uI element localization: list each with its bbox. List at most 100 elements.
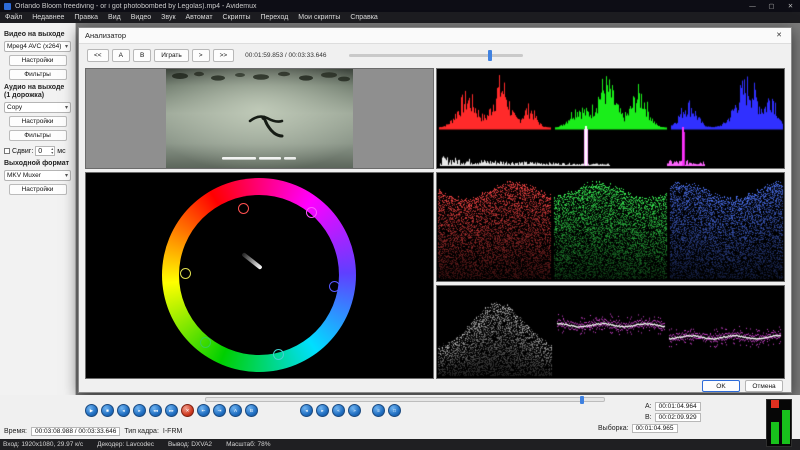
transport-group-cuts: ◂ ▸ « » [300, 404, 361, 417]
maximize-icon[interactable]: ▢ [762, 2, 781, 10]
menu-edit[interactable]: Правка [69, 14, 103, 21]
status-decoder: Декодер: Lavcodec [97, 441, 154, 448]
analyzer-position-slider[interactable] [349, 54, 523, 57]
selection-time-box: 00:01:04.965 [632, 424, 678, 433]
transport-marker-a-button[interactable]: A [229, 404, 242, 417]
vectorscope-target-yellow [180, 268, 191, 279]
video-output-heading: Видео на выходе [4, 31, 71, 39]
audio-output-heading: Аудио на выходе (1 дорожка) [4, 84, 71, 100]
transport-delete-selection-button[interactable]: ✕ [181, 404, 194, 417]
analyzer-step-button[interactable]: > [192, 49, 210, 62]
chevron-down-icon: ▾ [65, 104, 68, 111]
analyzer-marker-b-button[interactable]: B [133, 49, 151, 62]
menu-help[interactable]: Справка [345, 14, 382, 21]
analyzer-dialog: Анализатор ✕ << A B Играть > >> 00:01:59… [78, 27, 792, 393]
video-settings-button[interactable]: Настройки [9, 55, 67, 66]
video-preview-panel [85, 68, 434, 169]
marker-a-time-box: 00:01:04.964 [655, 402, 701, 411]
analyzer-marker-a-button[interactable]: A [112, 49, 130, 62]
video-filters-button[interactable]: Фильтры [9, 69, 67, 80]
shift-spinner[interactable]: 0 ▴▾ [35, 146, 55, 156]
rgb-parade-panel [436, 172, 785, 282]
analyzer-dialog-titlebar[interactable]: Анализатор [79, 28, 791, 44]
transport-goto-start-button[interactable]: ⇤ [197, 404, 210, 417]
transport-prev-keyframe-button[interactable]: ◂◂ [149, 404, 162, 417]
video-frame [166, 69, 353, 168]
status-zoom: Масштаб: 78% [226, 441, 270, 448]
transport-next-keyframe-button[interactable]: ▸▸ [165, 404, 178, 417]
transport-display-button[interactable]: □ [388, 404, 401, 417]
transport-stop-button[interactable]: ■ [101, 404, 114, 417]
transport-menu-button[interactable]: ≡ [372, 404, 385, 417]
waveform-panel [436, 285, 785, 379]
marker-b-time-box: 00:02:09.929 [655, 413, 701, 422]
selection-row: Выборка: 00:01:04.965 [598, 424, 678, 433]
transport-prev-cut-button[interactable]: ◂ [300, 404, 313, 417]
marker-b-label: B: [645, 414, 652, 421]
transport-goto-end-button[interactable]: ⇥ [213, 404, 226, 417]
minimize-icon[interactable]: — [743, 3, 762, 10]
muxer-settings-button[interactable]: Настройки [9, 184, 67, 195]
menu-auto[interactable]: Автомат [181, 14, 218, 21]
audio-filters-button[interactable]: Фильтры [9, 130, 67, 141]
audio-codec-select[interactable]: Copy ▾ [4, 102, 71, 113]
menu-go[interactable]: Переход [255, 14, 293, 21]
current-time-box: 00:03:08.988 / 00:03:33.646 [31, 427, 120, 436]
transport-back-jump-button[interactable]: « [332, 404, 345, 417]
close-icon[interactable]: ✕ [781, 2, 800, 10]
menu-scripts[interactable]: Скрипты [218, 14, 256, 21]
analyzer-toolbar: << A B Играть > >> 00:01:59.853 / 00:03:… [87, 48, 327, 62]
analyzer-slider-handle[interactable] [488, 50, 492, 61]
menu-recent[interactable]: Недавнее [27, 14, 69, 21]
menubar: Файл Недавнее Правка Вид Видео Звук Авто… [0, 12, 800, 23]
spinner-arrows-icon[interactable]: ▴▾ [51, 147, 54, 155]
vectorscope-target-green [200, 337, 211, 348]
muxer-select[interactable]: MKV Muxer ▾ [4, 170, 71, 181]
rgb-parade-canvas [437, 173, 784, 281]
cancel-button[interactable]: Отмена [745, 380, 783, 392]
marker-a-label: A: [645, 403, 652, 410]
output-sidebar: Видео на выходе Mpeg4 AVC (x264) ▾ Настр… [0, 23, 76, 395]
vectorscope-target-magenta [306, 207, 317, 218]
rgb-histogram-canvas [437, 69, 784, 168]
video-codec-select[interactable]: Mpeg4 AVC (x264) ▾ [4, 41, 71, 52]
transport-marker-b-button[interactable]: B [245, 404, 258, 417]
shift-checkbox[interactable] [4, 148, 10, 154]
timeline-slider[interactable] [205, 397, 605, 402]
dialog-button-row: OK Отмена [702, 380, 783, 392]
audio-settings-button[interactable]: Настройки [9, 116, 67, 127]
meter-clip-indicator [771, 400, 779, 408]
frame-type-label: Тип кадра: [124, 428, 159, 435]
analyzer-rewind-button[interactable]: << [87, 49, 109, 62]
audio-shift-row: Сдвиг: 0 ▴▾ мс [4, 146, 71, 156]
analyzer-play-button[interactable]: Играть [154, 49, 189, 62]
transport-next-frame-button[interactable]: ▸ [133, 404, 146, 417]
frame-type-value: I-FRM [163, 428, 182, 435]
audio-level-meter [766, 399, 792, 447]
transport-next-cut-button[interactable]: ▸ [316, 404, 329, 417]
analyzer-timecode: 00:01:59.853 / 00:03:33.646 [245, 52, 326, 59]
transport-prev-frame-button[interactable]: ◂ [117, 404, 130, 417]
timeline-handle[interactable] [580, 396, 584, 404]
menu-view[interactable]: Вид [103, 14, 126, 21]
transport-forward-jump-button[interactable]: » [348, 404, 361, 417]
status-output: Вывод: DXVA2 [168, 441, 212, 448]
shift-unit: мс [57, 148, 65, 155]
video-caption-text [222, 157, 256, 160]
rgb-histogram-panel [436, 68, 785, 169]
transport-play-button[interactable]: ▶ [85, 404, 98, 417]
dialog-close-icon[interactable]: ✕ [767, 28, 791, 44]
analyzer-fast-forward-button[interactable]: >> [213, 49, 235, 62]
transport-group-main: ▶ ■ ◂ ▸ ◂◂ ▸▸ ✕ ⇤ ⇥ A B [85, 404, 258, 417]
app-icon [4, 3, 11, 10]
status-input: Вход: 1920x1080, 29.97 к/с [3, 441, 83, 448]
menu-audio[interactable]: Звук [156, 14, 180, 21]
ok-button[interactable]: OK [702, 380, 740, 392]
time-info-row: Время: 00:03:08.988 / 00:03:33.646 Тип к… [4, 427, 182, 436]
menu-file[interactable]: Файл [0, 14, 27, 21]
time-label: Время: [4, 428, 27, 435]
menu-custom[interactable]: Мои скрипты [293, 14, 345, 21]
vectorscope-panel [85, 172, 434, 379]
transport-group-extra: ≡ □ [372, 404, 401, 417]
menu-video[interactable]: Видео [126, 14, 156, 21]
